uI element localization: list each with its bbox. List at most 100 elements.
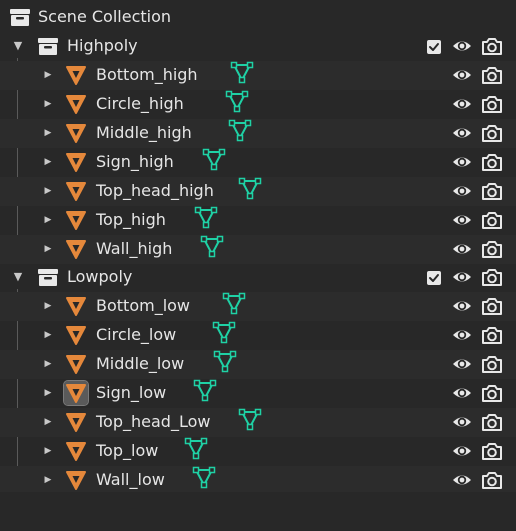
object-label[interactable]: Top_head_Low bbox=[96, 412, 210, 432]
object-label[interactable]: Wall_low bbox=[96, 470, 165, 490]
visibility-toggle[interactable] bbox=[452, 412, 472, 432]
object-row[interactable]: ▶ Bottom_high bbox=[0, 61, 516, 90]
object-label[interactable]: Wall_high bbox=[96, 239, 172, 259]
mesh-data-icon[interactable] bbox=[192, 466, 216, 490]
object-row[interactable]: ▶ Top_head_Low bbox=[0, 408, 516, 437]
object-label[interactable]: Bottom_low bbox=[96, 296, 190, 316]
visibility-toggle[interactable] bbox=[452, 210, 472, 230]
render-toggle[interactable] bbox=[481, 94, 503, 114]
mesh-data-icon[interactable] bbox=[184, 437, 208, 461]
collection-label: Lowpoly bbox=[67, 267, 133, 286]
object-row[interactable]: ▶ Sign_high bbox=[0, 148, 516, 177]
render-toggle[interactable] bbox=[481, 181, 503, 201]
visibility-toggle[interactable] bbox=[452, 267, 472, 287]
expand-arrow[interactable]: ▶ bbox=[41, 213, 55, 227]
object-row[interactable]: ▶ Wall_high bbox=[0, 235, 516, 264]
visibility-toggle[interactable] bbox=[452, 383, 472, 403]
mesh-data-icon[interactable] bbox=[238, 408, 262, 432]
exclude-checkbox[interactable] bbox=[427, 270, 441, 285]
render-toggle[interactable] bbox=[481, 210, 503, 230]
render-toggle[interactable] bbox=[481, 36, 503, 56]
visibility-toggle[interactable] bbox=[452, 36, 472, 56]
expand-arrow[interactable]: ▶ bbox=[41, 444, 55, 458]
expand-arrow[interactable]: ▶ bbox=[41, 97, 55, 111]
object-row[interactable]: ▶ Bottom_low bbox=[0, 292, 516, 321]
expand-arrow[interactable]: ▶ bbox=[41, 68, 55, 82]
visibility-toggle[interactable] bbox=[452, 354, 472, 374]
mesh-data-icon[interactable] bbox=[193, 379, 217, 403]
object-row[interactable]: ▶ Middle_low bbox=[0, 350, 516, 379]
object-label[interactable]: Middle_high bbox=[96, 123, 192, 143]
collection-row-highpoly[interactable]: ▼ Highpoly bbox=[0, 32, 516, 61]
visibility-toggle[interactable] bbox=[452, 94, 472, 114]
visibility-toggle[interactable] bbox=[452, 296, 472, 316]
render-toggle[interactable] bbox=[481, 383, 503, 403]
object-label[interactable]: Circle_low bbox=[96, 325, 176, 345]
object-row[interactable]: ▶ Sign_low bbox=[0, 379, 516, 408]
object-row[interactable]: ▶ Wall_low bbox=[0, 466, 516, 495]
mesh-data-icon[interactable] bbox=[200, 235, 224, 259]
render-toggle[interactable] bbox=[481, 267, 503, 287]
expand-arrow[interactable]: ▶ bbox=[41, 328, 55, 342]
mesh-data-icon[interactable] bbox=[238, 177, 262, 201]
visibility-toggle[interactable] bbox=[452, 65, 472, 85]
mesh-data-icon[interactable] bbox=[228, 119, 252, 143]
expand-arrow[interactable]: ▶ bbox=[41, 184, 55, 198]
mesh-data-icon[interactable] bbox=[225, 90, 249, 114]
object-label[interactable]: Bottom_high bbox=[96, 65, 198, 85]
collection-row-lowpoly[interactable]: ▼ Lowpoly bbox=[0, 263, 516, 292]
visibility-toggle[interactable] bbox=[452, 325, 472, 345]
mesh-data-icon[interactable] bbox=[230, 61, 254, 85]
object-row[interactable]: ▶ Top_low bbox=[0, 437, 516, 466]
object-row[interactable]: ▶ Circle_low bbox=[0, 321, 516, 350]
object-label[interactable]: Sign_high bbox=[96, 152, 174, 172]
collapse-arrow[interactable]: ▼ bbox=[11, 270, 25, 284]
render-toggle[interactable] bbox=[481, 470, 503, 490]
mesh-data-icon[interactable] bbox=[212, 321, 236, 345]
render-toggle[interactable] bbox=[481, 354, 503, 374]
object-label[interactable]: Top_high bbox=[96, 210, 166, 230]
expand-arrow[interactable]: ▶ bbox=[41, 386, 55, 400]
visibility-toggle[interactable] bbox=[452, 123, 472, 143]
object-row[interactable]: ▶ Middle_high bbox=[0, 119, 516, 148]
mesh-object-icon bbox=[66, 326, 86, 345]
visibility-toggle[interactable] bbox=[452, 152, 472, 172]
expand-arrow[interactable]: ▶ bbox=[41, 415, 55, 429]
expand-arrow[interactable]: ▶ bbox=[41, 242, 55, 256]
render-toggle[interactable] bbox=[481, 325, 503, 345]
expand-arrow[interactable]: ▶ bbox=[41, 299, 55, 313]
mesh-data-icon bbox=[184, 437, 208, 460]
object-label[interactable]: Top_low bbox=[96, 441, 158, 461]
mesh-data-icon[interactable] bbox=[222, 292, 246, 316]
expand-arrow[interactable]: ▶ bbox=[41, 473, 55, 487]
render-toggle[interactable] bbox=[481, 296, 503, 316]
visibility-toggle[interactable] bbox=[452, 239, 472, 259]
mesh-data-icon[interactable] bbox=[202, 148, 226, 172]
object-row[interactable]: ▶ Top_high bbox=[0, 206, 516, 235]
render-toggle[interactable] bbox=[481, 441, 503, 461]
object-label[interactable]: Circle_high bbox=[96, 94, 184, 114]
expand-arrow[interactable]: ▶ bbox=[41, 357, 55, 371]
render-toggle[interactable] bbox=[481, 123, 503, 143]
render-toggle[interactable] bbox=[481, 152, 503, 172]
object-row[interactable]: ▶ Circle_high bbox=[0, 90, 516, 119]
scene-collection-row[interactable]: Scene Collection bbox=[0, 3, 516, 32]
expand-arrow[interactable]: ▶ bbox=[41, 126, 55, 140]
visibility-toggle[interactable] bbox=[452, 470, 472, 490]
mesh-data-icon[interactable] bbox=[213, 350, 237, 374]
render-toggle[interactable] bbox=[481, 239, 503, 259]
collapse-arrow[interactable]: ▼ bbox=[11, 39, 25, 53]
object-label[interactable]: Sign_low bbox=[96, 383, 166, 403]
mesh-data-icon bbox=[212, 321, 236, 344]
object-label[interactable]: Top_head_high bbox=[96, 181, 214, 201]
exclude-checkbox[interactable] bbox=[427, 39, 441, 54]
object-label[interactable]: Middle_low bbox=[96, 354, 184, 374]
render-toggle[interactable] bbox=[481, 65, 503, 85]
mesh-data-icon bbox=[213, 350, 237, 373]
expand-arrow[interactable]: ▶ bbox=[41, 155, 55, 169]
mesh-data-icon[interactable] bbox=[194, 206, 218, 230]
visibility-toggle[interactable] bbox=[452, 441, 472, 461]
render-toggle[interactable] bbox=[481, 412, 503, 432]
object-row[interactable]: ▶ Top_head_high bbox=[0, 177, 516, 206]
visibility-toggle[interactable] bbox=[452, 181, 472, 201]
